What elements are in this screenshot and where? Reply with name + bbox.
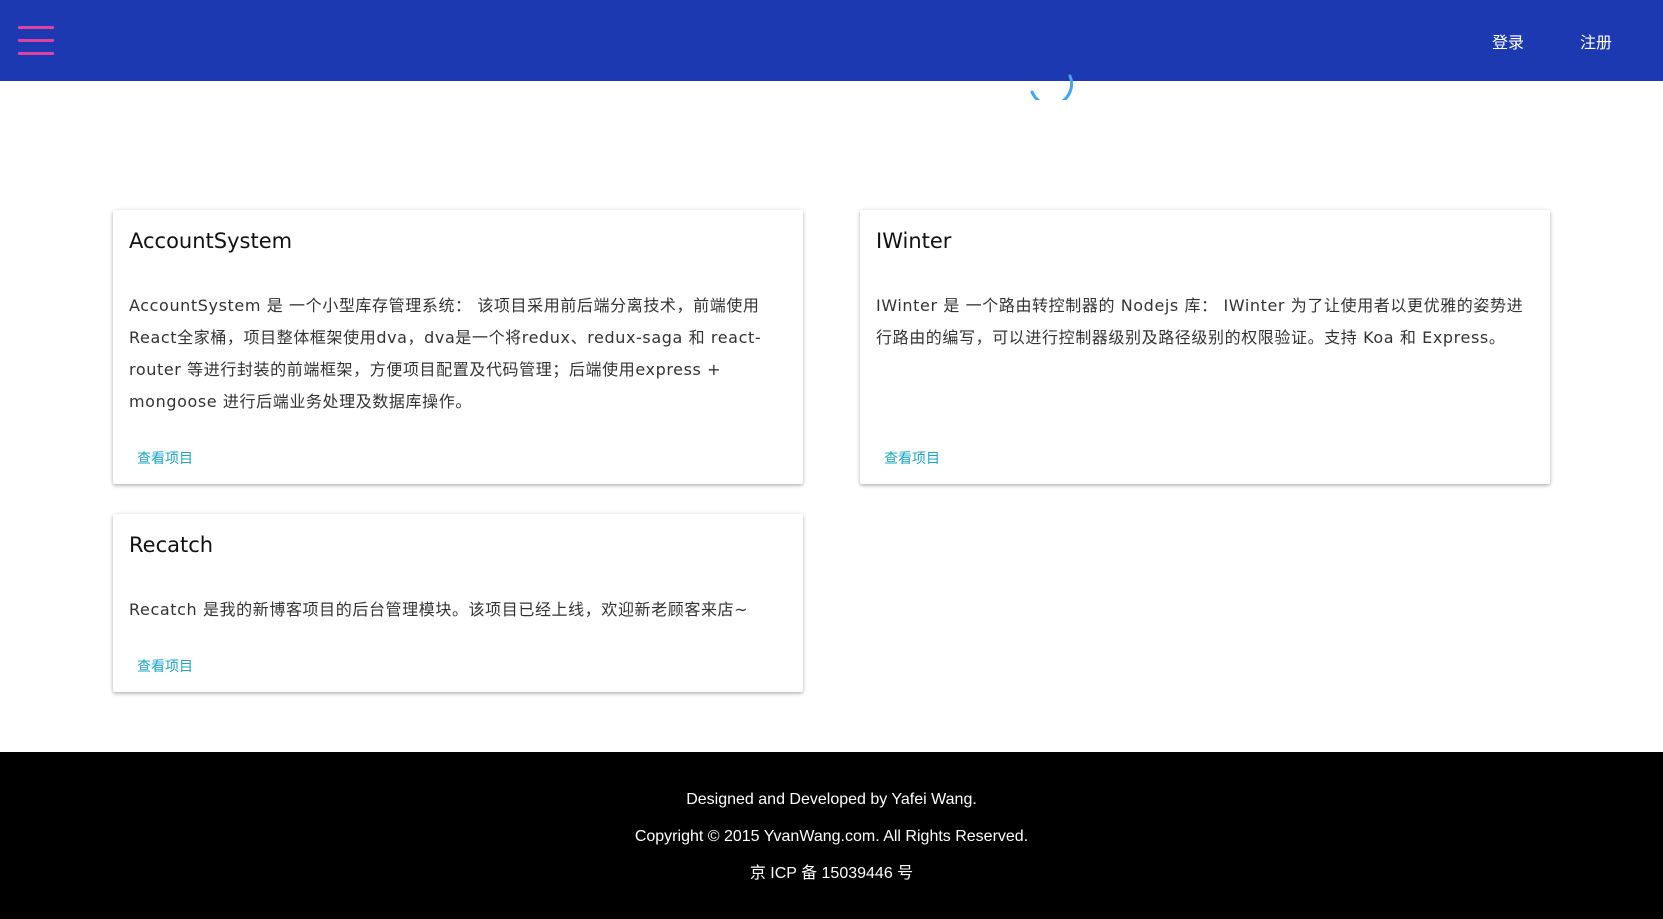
footer-icp: 京 ICP 备 15039446 号	[749, 865, 914, 882]
view-project-link[interactable]: 查看项目	[137, 658, 193, 676]
project-title: Recatch	[129, 533, 214, 557]
menu-bar	[18, 26, 54, 29]
site-footer: Designed and Developed by Yafei Wang. Co…	[0, 752, 1663, 919]
app-bar: 登录 注册	[0, 0, 1663, 81]
project-title: IWinter	[876, 229, 952, 253]
project-card-iwinter: IWinter IWinter 是 一个路由转控制器的 Nodejs 库： IW…	[860, 210, 1550, 484]
project-description: IWinter 是 一个路由转控制器的 Nodejs 库： IWinter 为了…	[876, 296, 1524, 347]
project-title: AccountSystem	[129, 229, 293, 253]
page: 登录 注册 AccountSystem AccountSystem 是 一个小型…	[0, 0, 1663, 919]
project-card-recatch: Recatch Recatch 是我的新博客项目的后台管理模块。该项目已经上线，…	[113, 514, 803, 692]
loading-spinner-icon	[1030, 74, 1074, 100]
register-link[interactable]: 注册	[1580, 33, 1612, 53]
login-link[interactable]: 登录	[1492, 33, 1524, 53]
footer-credit: Designed and Developed by Yafei Wang.	[686, 791, 977, 808]
project-description: AccountSystem 是 一个小型库存管理系统： 该项目采用前后端分离技术…	[129, 296, 762, 411]
project-card-accountsystem: AccountSystem AccountSystem 是 一个小型库存管理系统…	[113, 210, 803, 484]
footer-copyright: Copyright © 2015 YvanWang.com. All Right…	[634, 828, 1029, 845]
project-description: Recatch 是我的新博客项目的后台管理模块。该项目已经上线，欢迎新老顾客来店…	[129, 600, 749, 619]
menu-bar	[18, 52, 54, 55]
hamburger-menu-icon[interactable]	[18, 24, 54, 58]
view-project-link[interactable]: 查看项目	[884, 450, 940, 468]
menu-bar	[18, 39, 54, 42]
view-project-link[interactable]: 查看项目	[137, 450, 193, 468]
